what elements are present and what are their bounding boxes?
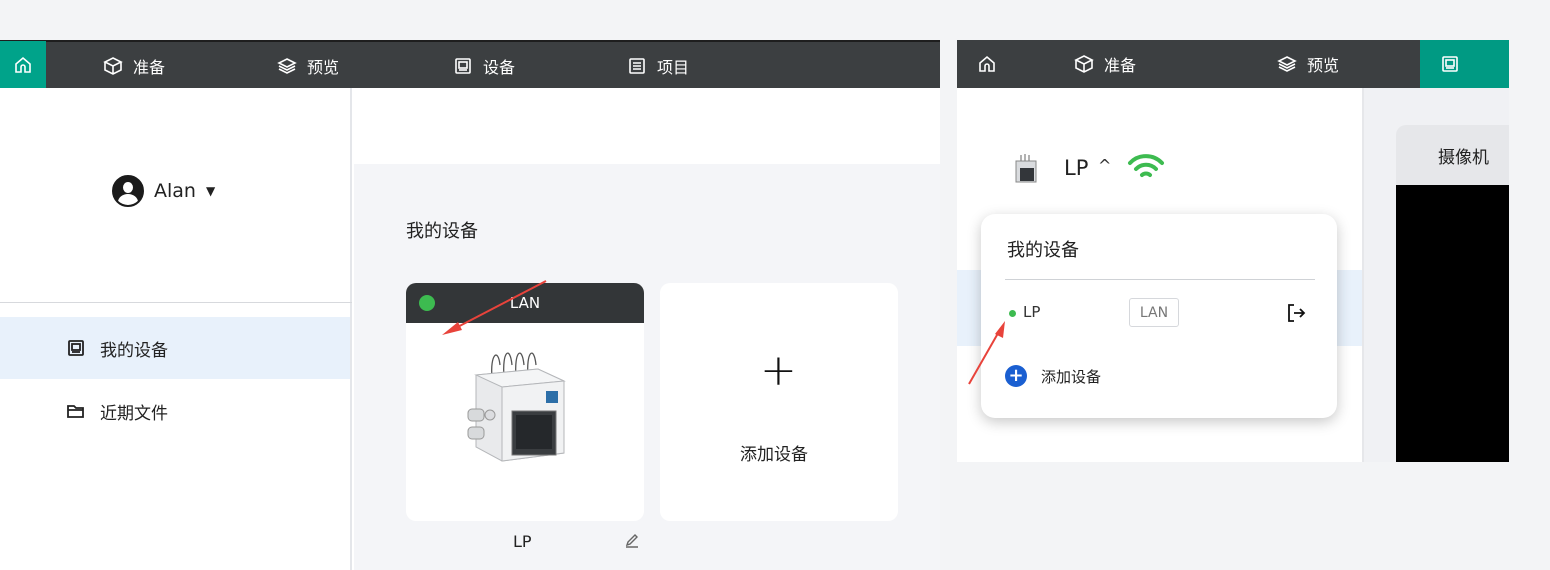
add-device-label: 添加设备 — [740, 445, 808, 465]
popup-add-device-label: 添加设备 — [1041, 367, 1102, 386]
nav-tab-prepare-label: 准备 — [1104, 56, 1137, 75]
plus-circle-icon: + — [1005, 365, 1027, 387]
sidebar-item-my-devices[interactable]: 我的设备 — [0, 317, 350, 379]
list-icon — [627, 56, 647, 76]
home-icon — [13, 55, 33, 75]
wifi-icon — [1128, 154, 1164, 177]
printer-image — [467, 352, 566, 462]
camera-view — [1396, 185, 1509, 462]
home-button[interactable] — [957, 40, 1017, 88]
layers-icon — [1277, 54, 1297, 74]
device-card-header: LAN — [406, 283, 644, 323]
right-screenshot: 准备 预览 LP ^ 摄像机 我的设备 LP LAN + 添加设备 — [957, 40, 1509, 462]
nav-tab-preview[interactable]: 预览 — [1277, 40, 1339, 88]
layers-icon — [277, 56, 297, 76]
device-icon — [1440, 54, 1460, 74]
connection-badge: LAN — [1129, 298, 1179, 327]
top-nav-bar: 准备 预览 — [957, 40, 1509, 88]
popup-title: 我的设备 — [1007, 240, 1079, 261]
sidebar-divider — [0, 302, 352, 303]
chevron-up-icon[interactable]: ^ — [1098, 156, 1111, 175]
popup-add-device-button[interactable]: + 添加设备 — [1005, 365, 1101, 387]
caret-down-icon: ▼ — [205, 184, 216, 198]
nav-tab-project-label: 项目 — [657, 58, 690, 77]
nav-tab-preview-label: 预览 — [307, 58, 340, 77]
selected-device-name[interactable]: LP — [1064, 156, 1088, 180]
home-icon — [977, 54, 997, 74]
nav-tab-prepare[interactable]: 准备 — [1074, 40, 1136, 88]
home-button[interactable] — [0, 41, 46, 89]
section-title: 我的设备 — [406, 221, 478, 242]
popup-device-row[interactable]: LP LAN — [1005, 298, 1315, 328]
device-icon — [453, 56, 473, 76]
left-screenshot: 准备 预览 设备 项目 Alan ▼ 我的设备 近期文件 我的设备 LAN LP… — [0, 40, 940, 570]
nav-tab-device-active[interactable] — [1420, 40, 1509, 88]
sidebar: Alan ▼ 我的设备 近期文件 — [0, 88, 352, 570]
nav-tab-project[interactable]: 项目 — [627, 42, 689, 90]
sidebar-item-label: 我的设备 — [100, 340, 168, 361]
top-nav-bar: 准备 预览 设备 项目 — [0, 40, 940, 90]
edit-icon[interactable] — [624, 532, 640, 548]
cube-icon — [1074, 54, 1094, 74]
popup-device-name: LP — [1023, 303, 1041, 321]
tab-camera-label: 摄像机 — [1438, 147, 1489, 168]
logout-icon[interactable] — [1285, 302, 1307, 324]
nav-tab-prepare-label: 准备 — [133, 58, 166, 77]
tab-camera[interactable]: 摄像机 — [1396, 125, 1509, 185]
device-name: LP — [513, 532, 532, 551]
username: Alan — [154, 180, 196, 202]
connection-type-label: LAN — [509, 294, 541, 312]
main-header-area — [354, 88, 940, 164]
sidebar-item-recent-files[interactable]: 近期文件 — [0, 380, 350, 442]
online-status-dot — [1009, 310, 1016, 317]
device-dropdown-popup: 我的设备 LP LAN + 添加设备 — [981, 214, 1337, 418]
nav-tab-device-label: 设备 — [483, 58, 516, 77]
user-menu[interactable]: Alan ▼ — [112, 175, 215, 207]
plus-icon: + — [760, 345, 797, 396]
nav-tab-prepare[interactable]: 准备 — [103, 42, 165, 90]
nav-tab-preview-label: 预览 — [1307, 56, 1340, 75]
add-device-card[interactable]: + 添加设备 — [660, 283, 898, 521]
nav-tab-device[interactable]: 设备 — [453, 42, 515, 90]
nav-tab-preview[interactable]: 预览 — [277, 42, 339, 90]
popup-divider — [1005, 279, 1315, 280]
device-card[interactable]: LAN — [406, 283, 644, 521]
device-icon — [68, 340, 84, 356]
cube-icon — [103, 56, 123, 76]
online-status-dot — [419, 295, 435, 311]
sidebar-item-label: 近期文件 — [100, 403, 168, 424]
folder-icon — [67, 405, 84, 418]
printer-thumbnail-icon — [1015, 154, 1037, 183]
avatar — [112, 175, 144, 207]
